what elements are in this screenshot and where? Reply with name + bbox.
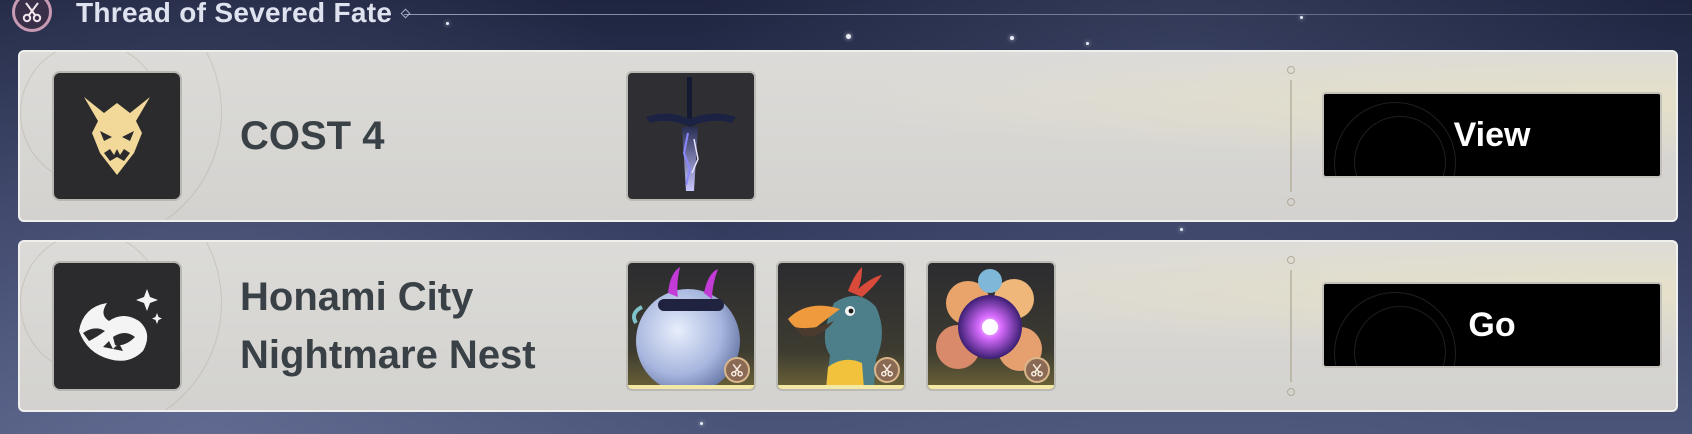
enemy-thumbnails xyxy=(626,261,1056,391)
row-divider xyxy=(1287,256,1295,396)
row-title-line2: Nightmare Nest xyxy=(240,333,536,377)
go-button[interactable]: Go xyxy=(1322,282,1662,368)
star xyxy=(846,34,851,39)
dark-sword-item-icon[interactable] xyxy=(626,71,756,201)
view-button[interactable]: View xyxy=(1322,92,1662,178)
view-button-label: View xyxy=(1453,115,1531,154)
row-divider xyxy=(1287,66,1295,206)
row-title: COST 4 xyxy=(240,52,600,220)
star xyxy=(1086,42,1089,45)
scissors-badge-icon xyxy=(1024,357,1050,383)
section-title: Thread of Severed Fate xyxy=(76,0,393,28)
scissors-icon xyxy=(12,0,52,32)
star xyxy=(1180,228,1183,231)
demon-mask-icon xyxy=(52,71,182,201)
section-header: Thread of Severed Fate xyxy=(12,0,1692,34)
header-divider xyxy=(404,13,1692,15)
horned-orb-creature-icon[interactable] xyxy=(626,261,756,391)
scissors-badge-icon xyxy=(874,357,900,383)
star xyxy=(700,422,703,425)
requirement-row-nest: Honami City Nightmare Nest Go xyxy=(18,240,1678,412)
scissors-badge-icon xyxy=(724,357,750,383)
row-title-line1: Honami City xyxy=(240,275,474,319)
toucan-bird-creature-icon[interactable] xyxy=(776,261,906,391)
reward-thumbnails xyxy=(626,71,756,201)
requirement-row-cost: COST 4 View xyxy=(18,50,1678,222)
nightmare-beast-icon xyxy=(52,261,182,391)
row-title: Honami City Nightmare Nest xyxy=(240,242,600,410)
go-button-label: Go xyxy=(1468,305,1516,344)
flower-orb-creature-icon[interactable] xyxy=(926,261,1056,391)
star xyxy=(1010,36,1014,40)
row-title-line1: COST 4 xyxy=(240,114,385,158)
